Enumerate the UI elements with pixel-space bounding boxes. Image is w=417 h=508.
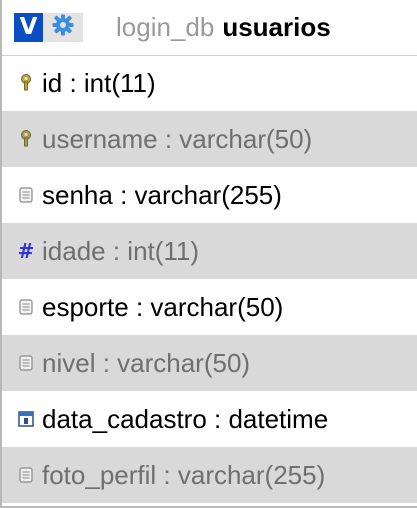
column-label: foto_perfil : varchar(255) [42, 459, 326, 490]
column-label: nivel : varchar(50) [42, 347, 251, 378]
text-field-icon [16, 465, 36, 485]
column-label: esporte : varchar(50) [42, 291, 284, 322]
column-list: id : int(11) username : varchar(50) senh… [2, 55, 417, 503]
column-row-idade[interactable]: # idade : int(11) [2, 223, 417, 279]
column-row-senha[interactable]: senha : varchar(255) [2, 167, 417, 223]
table-header: V login_db usuarios [2, 0, 417, 56]
text-field-icon [16, 353, 36, 373]
numeric-icon: # [16, 239, 36, 263]
database-name: login_db [116, 12, 215, 42]
text-field-icon [16, 185, 36, 205]
column-row-data-cadastro[interactable]: data_cadastro : datetime [2, 391, 417, 447]
toggle-view-label: V [19, 14, 38, 40]
column-label: data_cadastro : datetime [42, 403, 329, 434]
column-row-id[interactable]: id : int(11) [2, 55, 417, 111]
table-name[interactable]: usuarios [222, 12, 330, 43]
column-row-esporte[interactable]: esporte : varchar(50) [2, 279, 417, 335]
column-label: id : int(11) [42, 67, 156, 98]
column-label: senha : varchar(255) [42, 179, 282, 210]
table-card[interactable]: V login_db usuarios id: int(11) usernam… [0, 0, 417, 508]
column-row-foto-perfil[interactable]: foto_perfil : varchar(255) [2, 447, 417, 503]
column-label: idade : int(11) [42, 235, 200, 266]
text-field-icon [16, 297, 36, 317]
numeric-hash-glyph: # [17, 239, 35, 263]
table-options-button[interactable] [43, 13, 83, 42]
toggle-view-button[interactable]: V [14, 13, 43, 42]
key-icon [16, 73, 36, 93]
key-icon [16, 129, 36, 149]
datetime-icon [16, 409, 36, 429]
column-row-username[interactable]: username : varchar(50) [2, 111, 417, 167]
column-label: username : varchar(50) [42, 123, 313, 154]
column-row-nivel[interactable]: nivel : varchar(50) [2, 335, 417, 391]
gear-icon [52, 14, 74, 41]
